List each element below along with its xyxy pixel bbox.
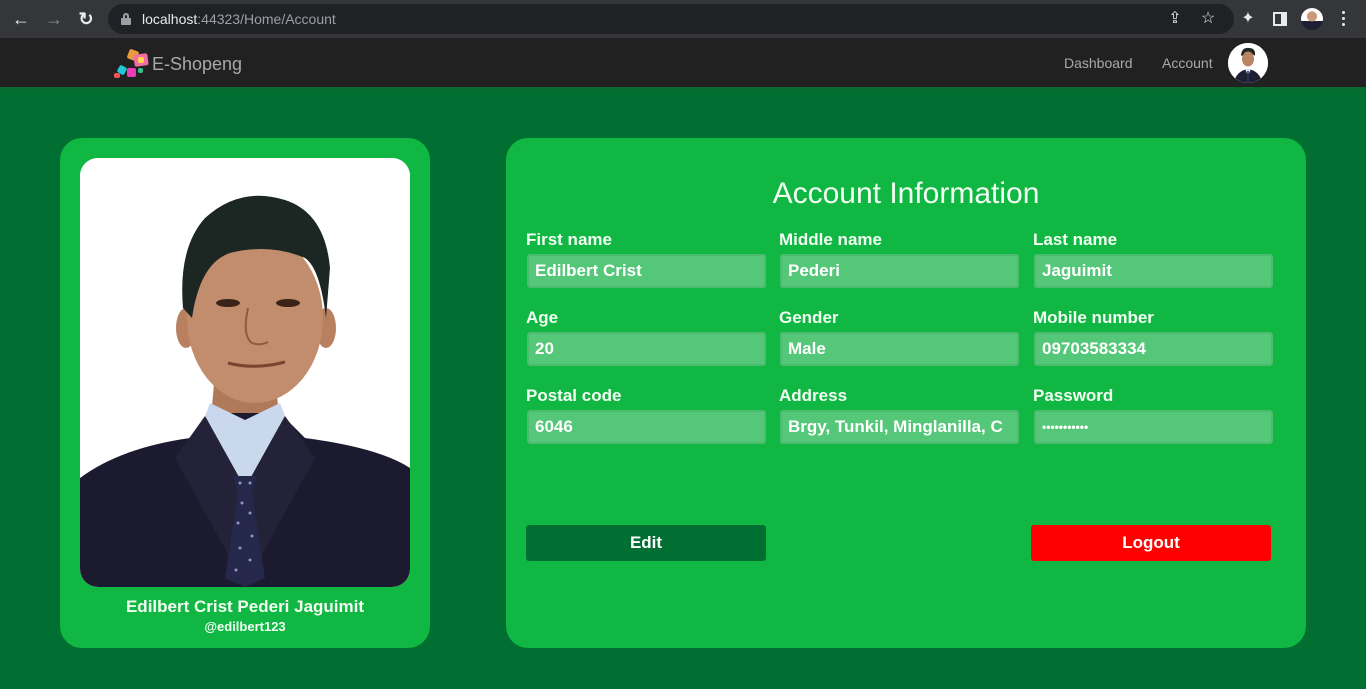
forward-arrow-icon[interactable]: →	[44, 9, 64, 29]
lock-icon[interactable]	[121, 13, 131, 25]
brand[interactable]: E-Shopeng	[114, 48, 242, 80]
reload-icon[interactable]: ↻	[76, 9, 96, 29]
nav-link-account[interactable]: Account	[1162, 55, 1213, 71]
user-avatar[interactable]	[1228, 43, 1268, 83]
brand-name: E-Shopeng	[152, 53, 243, 74]
last-name-field: Last name Jaguimit	[1033, 230, 1273, 288]
first-name-field: First name Edilbert Crist	[526, 230, 766, 288]
password-field: Password •••••••••••	[1033, 386, 1273, 444]
page-title: Account Information	[772, 177, 1040, 210]
gender-label: Gender	[779, 308, 839, 327]
profile-avatar[interactable]	[1301, 8, 1323, 30]
url-text[interactable]: localhost:44323/Home/Account	[142, 11, 336, 27]
address-label: Address	[779, 386, 848, 405]
age-label: Age	[526, 308, 559, 327]
back-arrow-icon[interactable]: ←	[11, 9, 31, 29]
profile-card: Edilbert Crist Pederi Jaguimit @edilbert…	[60, 138, 430, 648]
middle-name-input[interactable]: Pederi	[780, 254, 1019, 288]
postal-code-input[interactable]: 6046	[527, 410, 766, 444]
last-name-label: Last name	[1033, 230, 1118, 249]
age-field: Age 20	[526, 308, 766, 366]
profile-photo	[80, 158, 410, 587]
mobile-number-input[interactable]: 09703583334	[1034, 332, 1273, 366]
postal-code-label: Postal code	[526, 386, 622, 405]
middle-name-field: Middle name Pederi	[779, 230, 1019, 288]
edit-button[interactable]: Edit	[526, 525, 766, 561]
side-panel-icon[interactable]	[1273, 12, 1287, 26]
postal-code-field: Postal code 6046	[526, 386, 766, 444]
nav-link-dashboard[interactable]: Dashboard	[1064, 55, 1133, 71]
browser-toolbar: ← → ↻ localhost:44323/Home/Account ⇪ ☆ ✦	[0, 0, 1366, 38]
password-label: Password	[1033, 386, 1114, 405]
kebab-menu-icon[interactable]	[1342, 11, 1346, 27]
address-bar[interactable]: localhost:44323/Home/Account ⇪ ☆	[108, 4, 1234, 34]
share-icon[interactable]: ⇪	[1165, 9, 1185, 29]
age-input[interactable]: 20	[527, 332, 766, 366]
address-field: Address Brgy, Tunkil, Minglanilla, C	[779, 386, 1019, 444]
address-input[interactable]: Brgy, Tunkil, Minglanilla, C	[780, 410, 1019, 444]
password-input[interactable]: •••••••••••	[1034, 410, 1273, 444]
first-name-label: First name	[526, 230, 612, 249]
star-icon[interactable]: ☆	[1198, 9, 1218, 29]
shopping-cart-logo-icon	[114, 48, 150, 80]
profile-username: @edilbert123	[204, 619, 286, 634]
first-name-input[interactable]: Edilbert Crist	[527, 254, 766, 288]
profile-full-name: Edilbert Crist Pederi Jaguimit	[125, 597, 365, 616]
gender-input[interactable]: Male	[780, 332, 1019, 366]
mobile-number-label: Mobile number	[1033, 308, 1154, 327]
gender-field: Gender Male	[779, 308, 1019, 366]
url-path: :44323/Home/Account	[197, 11, 336, 27]
mobile-number-field: Mobile number 09703583334	[1033, 308, 1273, 366]
logout-button[interactable]: Logout	[1031, 525, 1271, 561]
app-navbar: E-Shopeng Dashboard Account	[0, 38, 1366, 89]
account-info-card: Account Information First name Edilbert …	[506, 138, 1306, 648]
url-host: localhost	[142, 11, 198, 27]
last-name-input[interactable]: Jaguimit	[1034, 254, 1273, 288]
puzzle-icon[interactable]: ✦	[1238, 9, 1258, 29]
middle-name-label: Middle name	[779, 230, 882, 249]
